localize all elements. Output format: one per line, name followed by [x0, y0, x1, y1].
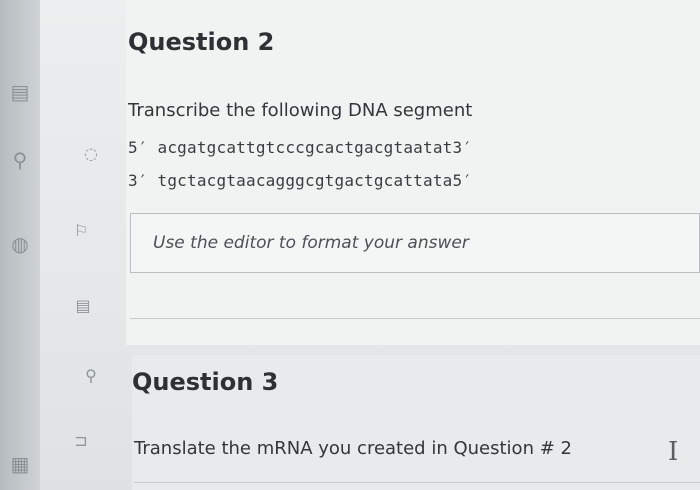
- search-icon[interactable]: ⚲: [8, 148, 32, 172]
- answer-box-top-edge[interactable]: [134, 482, 700, 483]
- calculator-icon[interactable]: ▦: [8, 452, 32, 476]
- question-3-title: Question 3: [132, 368, 279, 396]
- dna-strand-bottom: 3′ tgctacgtaacagggcgtgactgcattata5′: [128, 171, 473, 190]
- answer-editor[interactable]: Use the editor to format your answer: [130, 213, 700, 273]
- pin-icon[interactable]: ⚲: [80, 365, 102, 387]
- question-2-title: Question 2: [128, 28, 275, 56]
- globe-icon[interactable]: ◍: [8, 232, 32, 256]
- notepad-icon[interactable]: ▤: [72, 295, 94, 317]
- editor-placeholder: Use the editor to format your answer: [153, 233, 469, 253]
- left-rail: ▤ ⚲ ◍ ▦: [0, 0, 40, 490]
- divider: [130, 318, 700, 319]
- question-3-prompt: Translate the mRNA you created in Questi…: [134, 438, 572, 459]
- dna-strand-top: 5′ acgatgcattgtcccgcactgacgtaatat3′: [128, 138, 473, 157]
- bookmark-icon[interactable]: ⊐: [70, 430, 92, 452]
- flag-icon[interactable]: ⚐: [70, 220, 92, 242]
- question-2-prompt: Transcribe the following DNA segment: [128, 100, 473, 121]
- exam-icon[interactable]: ▤: [8, 80, 32, 104]
- text-cursor-icon: I: [668, 437, 679, 467]
- circle-icon[interactable]: ◌: [80, 143, 102, 165]
